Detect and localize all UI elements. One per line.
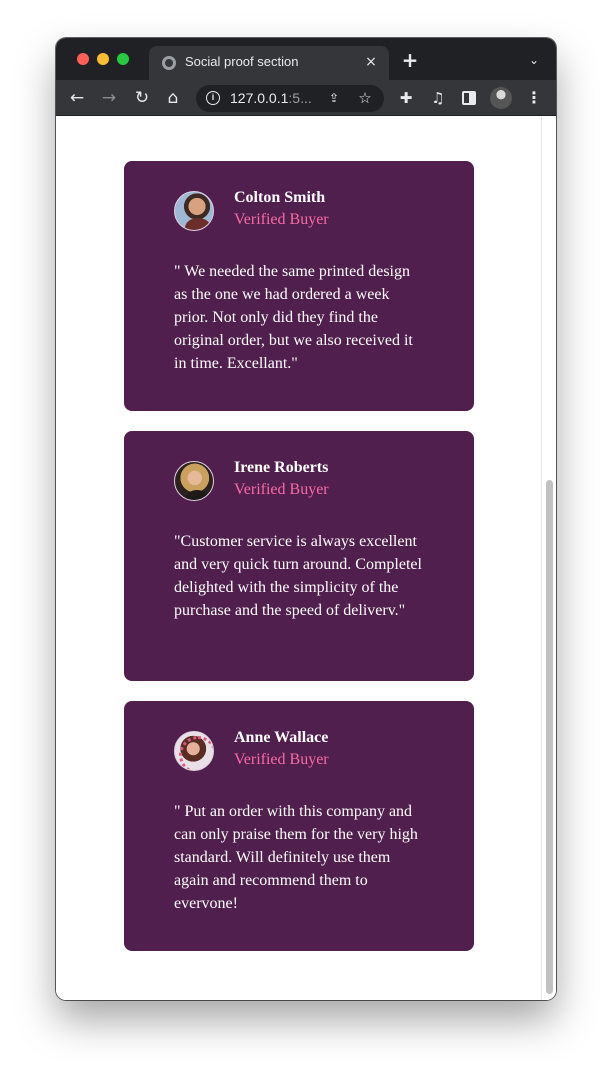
profile-icon[interactable] [490, 87, 512, 109]
testimonial-role: Verified Buyer [234, 751, 329, 768]
tab-title: Social proof section [185, 54, 299, 69]
side-panel-shape [462, 91, 476, 105]
testimonial-role: Verified Buyer [234, 481, 329, 498]
testimonial-name: Irene Roberts [234, 459, 329, 476]
browser-toolbar: ← → ↻ ⌂ i 127.0.0.1:5... ⇪ ☆ ✚ ♫ ⋮ [56, 80, 556, 116]
puzzle-icon[interactable]: ✚ [394, 86, 418, 110]
url-host: 127.0.0.1 [230, 90, 289, 106]
avatar [174, 731, 214, 771]
info-icon[interactable]: i [206, 91, 220, 105]
tab-search-button[interactable]: ⌄ [524, 52, 544, 68]
tab-strip: Social proof section × + ⌄ [56, 38, 556, 80]
forward-button[interactable]: → [97, 86, 121, 110]
testimonial-name: Colton Smith [234, 189, 326, 206]
testimonial-card: Anne Wallace Verified Buyer " Put an ord… [124, 701, 474, 951]
close-window-button[interactable] [77, 53, 89, 65]
tab-social-proof[interactable]: Social proof section × [149, 46, 389, 80]
testimonial-role: Verified Buyer [234, 211, 329, 228]
url-text[interactable]: 127.0.0.1:5... [230, 90, 312, 106]
new-tab-button[interactable]: + [400, 50, 420, 70]
globe-icon [162, 56, 176, 70]
testimonial-card: Irene Roberts Verified Buyer "Customer s… [124, 431, 474, 681]
minimize-window-button[interactable] [97, 53, 109, 65]
scrollbar[interactable] [541, 117, 556, 1000]
avatar [174, 461, 214, 501]
media-icon[interactable]: ♫ [426, 86, 450, 110]
url-port: :5... [288, 90, 312, 106]
testimonial-quote: " Put an order with this company and can… [174, 803, 418, 912]
testimonial-name: Anne Wallace [234, 729, 329, 746]
browser-window: Social proof section × + ⌄ ← → ↻ ⌂ i 127… [56, 38, 556, 1000]
back-button[interactable]: ← [65, 86, 89, 110]
home-button[interactable]: ⌂ [161, 86, 185, 110]
star-icon[interactable]: ☆ [356, 89, 374, 107]
testimonial-quote: " We needed the same printed design as t… [174, 263, 413, 372]
scrollbar-thumb[interactable] [546, 480, 553, 994]
close-tab-button[interactable]: × [361, 52, 381, 72]
page-viewport: Colton Smith Verified Buyer " We needed … [56, 117, 556, 1000]
maximize-window-button[interactable] [117, 53, 129, 65]
side-panel-icon[interactable] [457, 86, 481, 110]
avatar [174, 191, 214, 231]
address-bar[interactable]: i 127.0.0.1:5... ⇪ ☆ [196, 85, 384, 112]
testimonial-card: Colton Smith Verified Buyer " We needed … [124, 161, 474, 411]
share-icon[interactable]: ⇪ [326, 90, 342, 106]
testimonial-quote: "Customer service is always excellent an… [174, 533, 422, 619]
kebab-icon[interactable]: ⋮ [522, 86, 546, 110]
reload-button[interactable]: ↻ [130, 86, 154, 110]
